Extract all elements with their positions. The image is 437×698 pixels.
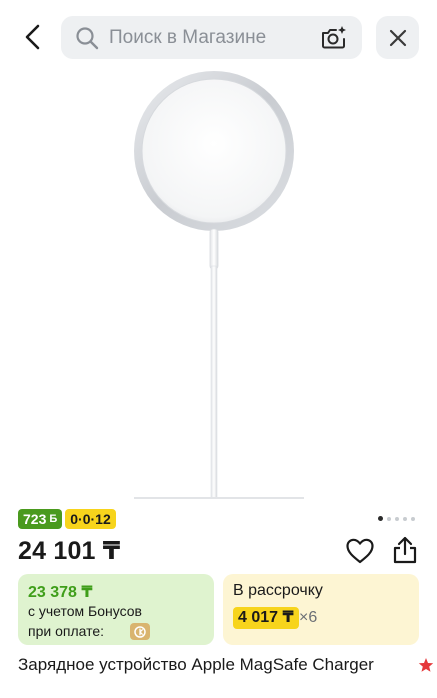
close-icon [389, 29, 406, 46]
close-button[interactable] [376, 16, 419, 59]
product-price: 24 101 ₸ [18, 537, 121, 565]
back-button[interactable] [16, 20, 50, 54]
product-image[interactable] [90, 66, 350, 506]
search-bar[interactable] [61, 16, 362, 59]
installment-badge: 0·0·12 [65, 509, 116, 529]
promo-badges: 723 Б 0·0·12 [18, 509, 116, 529]
installment-card[interactable]: В рассрочку 4 017 ₸ ×6 [223, 574, 419, 645]
kaspi-logo-icon [130, 623, 150, 640]
star-icon [418, 658, 434, 672]
product-title: Зарядное устройство Apple MagSafe Charge… [18, 655, 374, 674]
share-icon[interactable] [391, 535, 419, 565]
bonus-badge: 723 Б [18, 509, 63, 529]
chevron-left-icon [25, 24, 40, 50]
search-icon [76, 27, 99, 50]
heart-icon[interactable] [345, 537, 375, 565]
pager-dot [411, 516, 415, 521]
bonus-price-card[interactable]: 23 378 ₸ с учетом Бонусов при оплате: [18, 574, 214, 645]
top-bar [0, 0, 437, 76]
bonus-caption-line1: с учетом Бонусов [28, 603, 142, 619]
camera-sparkle-icon[interactable] [320, 25, 348, 51]
gallery-pager [378, 516, 415, 521]
bonus-badge-value: 723 [23, 511, 47, 527]
pager-dot [387, 516, 391, 521]
installment-title: В рассрочку [233, 582, 323, 599]
search-input[interactable] [109, 16, 309, 59]
pager-dot [395, 516, 399, 521]
bonus-caption-line2: при оплате: [28, 623, 105, 639]
bonus-price: 23 378 ₸ [28, 584, 93, 601]
installment-monthly: 4 017 ₸ [233, 607, 299, 629]
bonus-currency: Б [49, 513, 58, 525]
pager-dot [403, 516, 407, 521]
installment-months: ×6 [299, 609, 318, 626]
pager-dot-active [378, 516, 383, 521]
